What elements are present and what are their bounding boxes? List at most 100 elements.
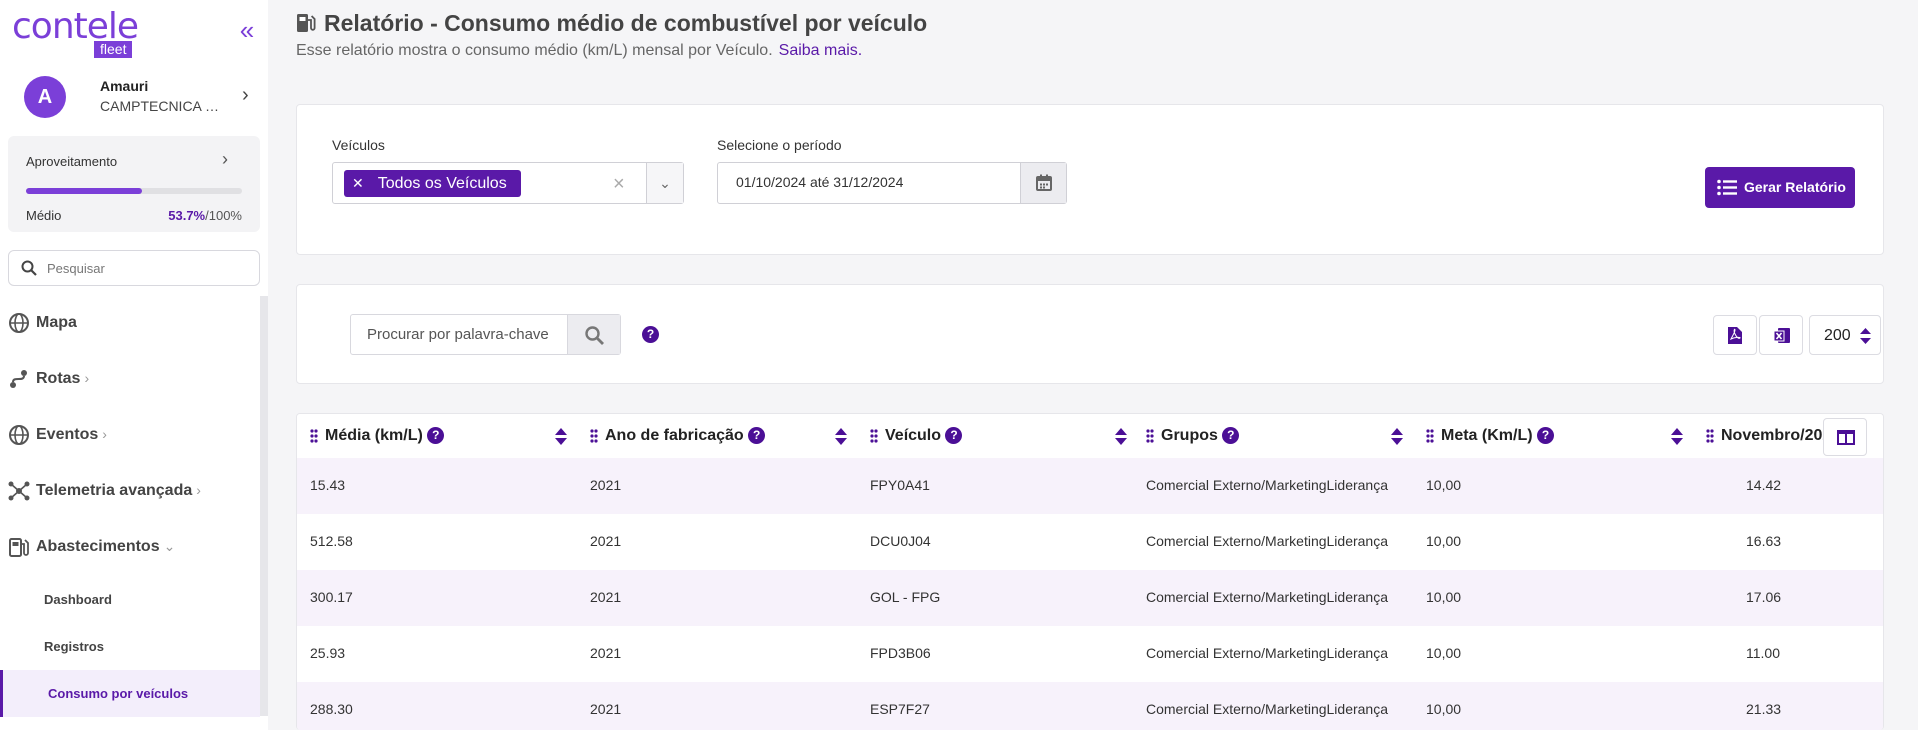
sidebar-item-label: Telemetria avançada — [36, 482, 193, 499]
table-row[interactable]: 288.30 2021 ESP7F27 Comercial Externo/Marke… — [297, 682, 1883, 730]
table-cell: 25.93 — [310, 645, 346, 661]
table-toolbar: ? 200 — [296, 284, 1884, 384]
sidebar-item-mapa[interactable]: Mapa — [0, 296, 260, 352]
clear-selection-icon[interactable]: × — [613, 173, 625, 196]
user-company: CAMPTECNICA LTDA — [100, 98, 220, 114]
drag-handle-icon[interactable] — [1146, 429, 1154, 443]
contele-logo[interactable]: contele fleet — [12, 6, 142, 58]
performance-card[interactable]: Aproveitamento › Médio 53.7%/100% — [8, 136, 260, 232]
main-content: Relatório - Consumo médio de combustível… — [268, 0, 1918, 730]
export-excel-button[interactable] — [1759, 315, 1803, 355]
sort-icon[interactable] — [835, 428, 847, 445]
table-row[interactable]: 15.43 2021 FPY0A41 Comercial Externo/Market… — [297, 458, 1883, 514]
period-input[interactable] — [736, 174, 1016, 190]
column-header-ano[interactable]: Ano de fabricação ? — [577, 414, 857, 458]
vehicle-chip[interactable]: ✕ Todos os Veículos — [344, 170, 521, 197]
help-icon[interactable]: ? — [945, 427, 963, 445]
logo-sub: fleet — [94, 41, 133, 58]
sidebar-item-telemetria[interactable]: Telemetria avançada › — [0, 464, 260, 520]
drag-handle-icon[interactable] — [310, 429, 318, 443]
calendar-button[interactable] — [1020, 163, 1066, 203]
sidebar-subitem-registros[interactable]: Registros — [0, 623, 260, 670]
help-icon[interactable]: ? — [748, 427, 766, 445]
table-row[interactable]: 25.93 2021 FPD3B06 Comercial Externo/Market… — [297, 626, 1883, 682]
sort-icon[interactable] — [1391, 428, 1403, 445]
sidebar-subitem-label: Consumo por veículos — [48, 686, 189, 701]
table-cell: ESP7F27 — [870, 701, 930, 717]
help-icon[interactable]: ? — [642, 326, 659, 343]
sidebar-scrollbar[interactable] — [260, 296, 268, 716]
column-header-media[interactable]: Média (km/L) ? — [297, 414, 577, 458]
keyword-search-button[interactable] — [567, 315, 620, 354]
drag-handle-icon[interactable] — [1706, 429, 1714, 443]
sidebar-search-input[interactable] — [47, 258, 247, 278]
table-cell: 10,00 — [1426, 701, 1462, 717]
globe-icon — [9, 425, 29, 445]
column-header-novembro[interactable]: Novembro/2024 — [1693, 414, 1823, 458]
remove-chip-icon[interactable]: ✕ — [352, 175, 364, 191]
pdf-icon — [1728, 327, 1742, 344]
filters-card: Veículos ✕ Todos os Veículos × ⌄ Selecion… — [296, 104, 1884, 255]
performance-label: Médio — [26, 208, 62, 223]
table-cell: 10,00 — [1426, 589, 1462, 605]
chevron-right-icon: › — [222, 149, 228, 169]
chevron-right-icon: › — [196, 482, 201, 498]
table-cell: 2021 — [590, 645, 622, 661]
period-label: Selecione o período — [717, 137, 842, 153]
table-cell: Comercial Externo/MarketingLiderança — [1146, 645, 1388, 661]
sidebar-subitem-consumo-por-veiculos[interactable]: Consumo por veículos — [0, 670, 260, 717]
page-size-select[interactable]: 200 — [1809, 315, 1881, 355]
sidebar-item-rotas[interactable]: Rotas › — [0, 352, 260, 408]
sidebar-subitem-dashboard[interactable]: Dashboard — [0, 576, 260, 623]
network-icon — [8, 481, 30, 501]
globe-icon — [9, 313, 29, 333]
drag-handle-icon[interactable] — [1426, 429, 1434, 443]
drag-handle-icon[interactable] — [870, 429, 878, 443]
sidebar: contele fleet « A Amauri CAMPTECNICA LTD… — [0, 0, 268, 730]
vehicles-select[interactable]: ✕ Todos os Veículos × ⌄ — [332, 162, 684, 204]
period-picker[interactable] — [717, 162, 1067, 204]
keyword-search-input[interactable] — [367, 326, 557, 343]
column-header-meta[interactable]: Meta (Km/L) ? — [1413, 414, 1693, 458]
list-icon — [1717, 179, 1737, 196]
learn-more-link[interactable]: Saiba mais. — [779, 42, 863, 59]
keyword-search[interactable] — [350, 314, 621, 355]
table-cell: 10,00 — [1426, 533, 1462, 549]
chevron-right-icon: › — [242, 84, 249, 106]
table-row[interactable]: 300.17 2021 GOL - FPG Comercial Externo/Mar… — [297, 570, 1883, 626]
column-header-veiculo[interactable]: Veículo ? — [857, 414, 1137, 458]
sort-icon[interactable] — [1115, 428, 1127, 445]
column-header-grupos[interactable]: Grupos ? — [1133, 414, 1413, 458]
table-header: Média (km/L) ? Ano de fabricação ? Veícu… — [297, 414, 1883, 458]
sort-icon[interactable] — [555, 428, 567, 445]
vehicles-label: Veículos — [332, 137, 385, 153]
sidebar-item-label: Eventos — [36, 426, 99, 443]
column-label: Novembro/2024 — [1721, 427, 1823, 444]
column-toggle-button[interactable] — [1823, 418, 1867, 456]
fuel-pump-icon — [9, 538, 29, 557]
table-cell: FPY0A41 — [870, 477, 930, 493]
collapse-sidebar-icon[interactable]: « — [234, 17, 260, 44]
generate-report-button[interactable]: Gerar Relatório — [1705, 167, 1855, 208]
table-cell: Comercial Externo/MarketingLiderança — [1146, 701, 1388, 717]
help-icon[interactable]: ? — [1537, 427, 1555, 445]
help-icon[interactable]: ? — [427, 427, 445, 445]
table-row[interactable]: 512.58 2021 DCU0J04 Comercial Externo/Marke… — [297, 514, 1883, 570]
page-subtitle: Esse relatório mostra o consumo médio (k… — [296, 42, 863, 59]
sidebar-item-abastecimentos[interactable]: Abastecimentos ⌄ — [0, 520, 260, 576]
export-pdf-button[interactable] — [1713, 315, 1757, 355]
table-cell: 10,00 — [1426, 477, 1462, 493]
report-table: Média (km/L) ? Ano de fabricação ? Veícu… — [296, 413, 1884, 730]
table-cell: 2021 — [590, 533, 622, 549]
help-icon[interactable]: ? — [1222, 427, 1240, 445]
sidebar-item-eventos[interactable]: Eventos › — [0, 408, 260, 464]
table-cell: FPD3B06 — [870, 645, 931, 661]
drag-handle-icon[interactable] — [590, 429, 598, 443]
sort-icon[interactable] — [1671, 428, 1683, 445]
column-label: Ano de fabricação — [605, 427, 744, 444]
chevron-right-icon: › — [84, 370, 90, 386]
chevron-down-icon[interactable]: ⌄ — [647, 163, 683, 203]
sidebar-subitem-label: Dashboard — [44, 592, 112, 607]
user-profile[interactable]: A Amauri CAMPTECNICA LTDA › — [8, 74, 260, 122]
sidebar-search[interactable] — [8, 250, 260, 286]
